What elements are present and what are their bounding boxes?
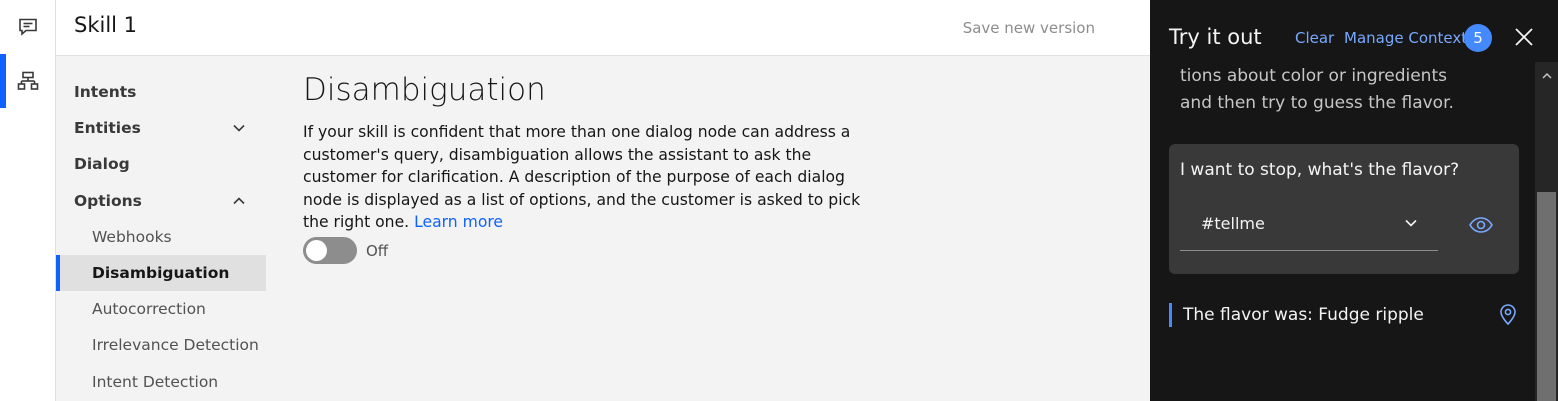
close-icon[interactable] xyxy=(1513,26,1535,48)
eye-icon[interactable] xyxy=(1468,212,1494,238)
nav-item-irrelevance-detection[interactable]: Irrelevance Detection xyxy=(56,327,266,363)
scroll-up-arrow-icon[interactable] xyxy=(1541,70,1553,82)
try-it-out-panel: Try it out Clear Manage Context 5 tions … xyxy=(1150,0,1558,401)
skill-title: Skill 1 xyxy=(74,13,138,37)
save-new-version-button[interactable]: Save new version xyxy=(963,19,1095,37)
nav-item-webhooks[interactable]: Webhooks xyxy=(56,219,266,255)
main-content: Disambiguation If your skill is confiden… xyxy=(266,56,1150,401)
rail-chat-button[interactable] xyxy=(0,0,56,54)
toggle-state-label: Off xyxy=(366,242,389,260)
nav-item-label: Options xyxy=(74,192,142,210)
chat-icon xyxy=(19,18,37,36)
icon-rail xyxy=(0,0,56,401)
rail-skills-button[interactable] xyxy=(0,54,56,108)
nav-item-label: Intents xyxy=(74,83,137,101)
panel-title: Try it out xyxy=(1169,25,1262,49)
previous-bot-message: tions about color or ingredients and the… xyxy=(1180,66,1454,113)
chevron-down-icon xyxy=(1405,219,1417,227)
nav-item-intents[interactable]: Intents xyxy=(56,74,266,110)
nav-item-intent-detection[interactable]: Intent Detection xyxy=(56,364,266,400)
nav-item-dialog[interactable]: Dialog xyxy=(56,146,266,182)
clear-button[interactable]: Clear xyxy=(1295,29,1334,47)
nav-item-label: Disambiguation xyxy=(92,264,230,282)
panel-scrollbar[interactable] xyxy=(1535,62,1558,401)
nav-item-label: Entities xyxy=(74,119,141,137)
nav-item-label: Autocorrection xyxy=(92,300,206,318)
nav-item-autocorrection[interactable]: Autocorrection xyxy=(56,291,266,327)
bot-reply: The flavor was: Fudge ripple xyxy=(1169,303,1424,327)
page-header: Skill 1 Save new version xyxy=(56,0,1150,56)
chevron-down-icon xyxy=(233,124,245,132)
nav-item-label: Intent Detection xyxy=(92,373,219,391)
nav-item-entities[interactable]: Entities xyxy=(56,110,266,146)
intent-value: #tellme xyxy=(1201,214,1265,233)
disambiguation-toggle[interactable] xyxy=(303,237,357,264)
page-title: Disambiguation xyxy=(303,72,546,108)
nav-item-label: Webhooks xyxy=(92,228,172,246)
nav-item-disambiguation[interactable]: Disambiguation xyxy=(56,255,266,291)
location-pin-icon[interactable] xyxy=(1497,302,1519,326)
intent-dropdown[interactable]: #tellme xyxy=(1180,204,1438,251)
user-message: I want to stop, what's the flavor? xyxy=(1180,160,1460,180)
user-message-card: I want to stop, what's the flavor? #tell… xyxy=(1169,144,1519,274)
nav-item-options[interactable]: Options xyxy=(56,183,266,219)
nav-item-label: Irrelevance Detection xyxy=(92,336,259,354)
skill-tree-icon xyxy=(17,71,39,90)
context-count-badge: 5 xyxy=(1464,24,1492,52)
scrollbar-thumb[interactable] xyxy=(1537,192,1556,401)
description: If your skill is confident that more tha… xyxy=(303,121,883,234)
options-nav: Intents Entities Dialog Options Webhooks… xyxy=(56,56,266,401)
toggle-knob xyxy=(306,240,327,261)
description-text: If your skill is confident that more tha… xyxy=(303,123,861,231)
nav-item-label: Dialog xyxy=(74,155,130,173)
learn-more-link[interactable]: Learn more xyxy=(414,213,503,231)
chevron-up-icon xyxy=(233,197,245,205)
manage-context-button[interactable]: Manage Context xyxy=(1344,29,1467,47)
